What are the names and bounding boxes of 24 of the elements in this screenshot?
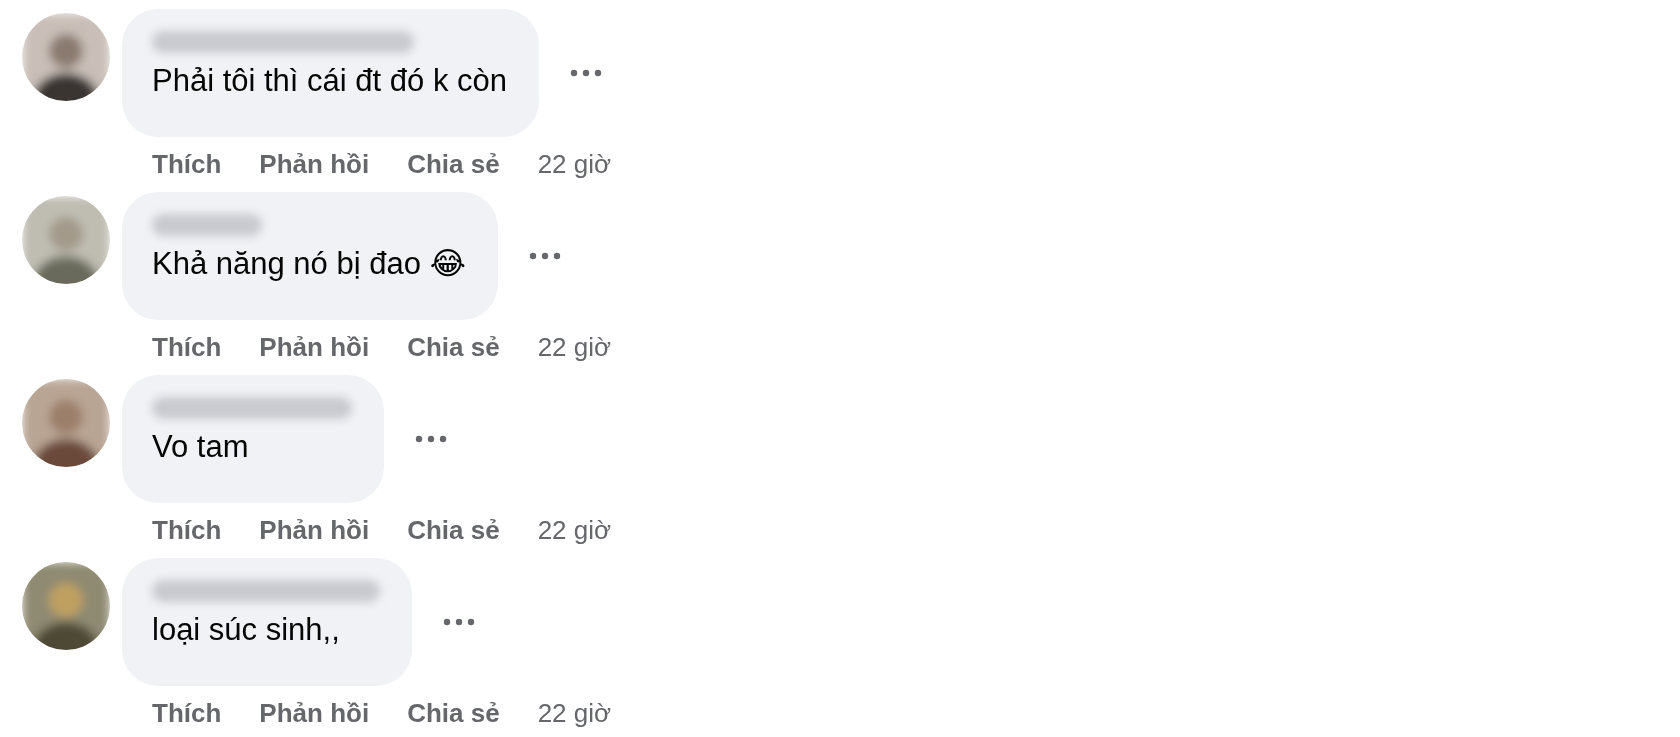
timestamp[interactable]: 22 giờ	[537, 149, 612, 180]
timestamp[interactable]: 22 giờ	[537, 332, 612, 363]
action-link[interactable]: Thích	[152, 515, 222, 546]
comment-text: Khả năng nó bị đao 😂	[152, 245, 466, 283]
action-link[interactable]: Chia sẻ	[407, 515, 500, 546]
action-link[interactable]: Phản hồi	[259, 698, 370, 729]
action-link[interactable]: Thích	[152, 698, 222, 729]
comment-text: Vo tam	[152, 428, 250, 466]
more-icon[interactable]	[442, 617, 476, 627]
timestamp[interactable]: 22 giờ	[537, 515, 612, 546]
action-link[interactable]: Phản hồi	[259, 149, 370, 180]
action-link[interactable]: Thích	[152, 332, 222, 363]
more-icon[interactable]	[414, 434, 448, 444]
action-link[interactable]: Chia sẻ	[407, 149, 500, 180]
action-link[interactable]: Chia sẻ	[407, 332, 500, 363]
action-link[interactable]: Thích	[152, 149, 222, 180]
more-icon[interactable]	[527, 251, 562, 261]
action-link[interactable]: Chia sẻ	[407, 698, 500, 729]
action-link[interactable]: Phản hồi	[259, 515, 370, 546]
more-icon[interactable]	[569, 68, 603, 78]
timestamp[interactable]: 22 giờ	[537, 698, 612, 729]
comment-text: Phải tôi thì cái đt đó k còn	[152, 62, 507, 100]
comment-text: loại súc sinh,,	[152, 611, 341, 649]
action-link[interactable]: Phản hồi	[259, 332, 370, 363]
